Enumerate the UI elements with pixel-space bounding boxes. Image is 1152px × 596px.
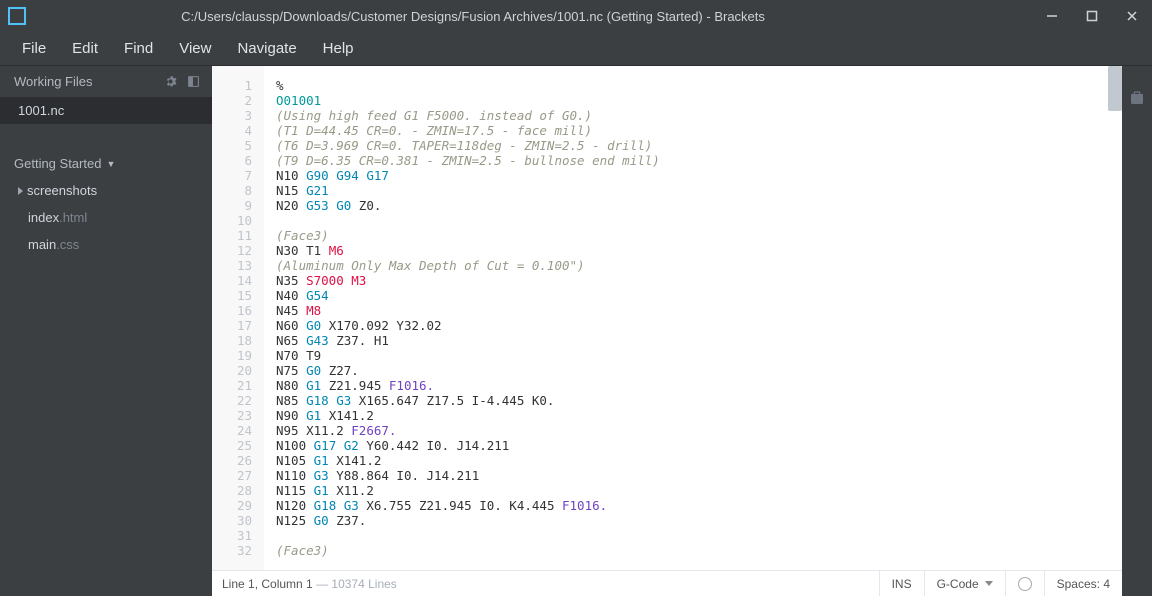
code-content[interactable]: %O01001(Using high feed G1 F5000. instea… xyxy=(264,66,1122,570)
editor-area: 1234567891011121314151617181920212223242… xyxy=(212,66,1122,596)
split-view-icon[interactable] xyxy=(187,75,200,88)
window-buttons xyxy=(1032,0,1152,32)
chevron-down-icon: ▼ xyxy=(106,159,115,169)
menu-edit[interactable]: Edit xyxy=(60,36,110,61)
title-bar: C:/Users/claussp/Downloads/Customer Desi… xyxy=(0,0,1152,32)
sidebar: Working Files 1001.nc Getting Started ▼ … xyxy=(0,66,212,596)
menu-find[interactable]: Find xyxy=(112,36,165,61)
close-button[interactable] xyxy=(1112,0,1152,32)
main-area: Working Files 1001.nc Getting Started ▼ … xyxy=(0,66,1152,596)
line-number-gutter: 1234567891011121314151617181920212223242… xyxy=(212,66,264,570)
working-files-label: Working Files xyxy=(14,74,93,89)
extension-manager-icon[interactable] xyxy=(1129,90,1145,111)
status-bar: Line 1, Column 1 — 10374 Lines INS G-Cod… xyxy=(212,570,1122,596)
menu-help[interactable]: Help xyxy=(311,36,366,61)
status-insert-mode[interactable]: INS xyxy=(879,571,924,596)
minimize-button[interactable] xyxy=(1032,0,1072,32)
status-spaces[interactable]: Spaces: 4 xyxy=(1044,571,1122,596)
file-item-index[interactable]: index.html xyxy=(0,204,212,231)
status-language[interactable]: G-Code xyxy=(924,571,1005,596)
window-title: C:/Users/claussp/Downloads/Customer Desi… xyxy=(34,9,1032,24)
circle-icon xyxy=(1018,577,1032,591)
status-cursor[interactable]: Line 1, Column 1 — 10374 Lines xyxy=(212,577,879,591)
right-utility-strip xyxy=(1122,66,1152,596)
gear-icon[interactable] xyxy=(164,75,177,88)
menu-view[interactable]: View xyxy=(167,36,223,61)
folder-item[interactable]: screenshots xyxy=(0,177,212,204)
working-files-header: Working Files xyxy=(0,66,212,97)
app-icon xyxy=(8,7,26,25)
project-dropdown[interactable]: Getting Started ▼ xyxy=(0,150,212,177)
menu-bar: File Edit Find View Navigate Help xyxy=(0,32,1152,66)
vertical-scrollbar[interactable] xyxy=(1108,66,1122,111)
folder-name: screenshots xyxy=(27,183,97,198)
chevron-down-icon xyxy=(985,581,993,586)
editor-body[interactable]: 1234567891011121314151617181920212223242… xyxy=(212,66,1122,570)
maximize-button[interactable] xyxy=(1072,0,1112,32)
file-item-main[interactable]: main.css xyxy=(0,231,212,258)
working-file-item[interactable]: 1001.nc xyxy=(0,97,212,124)
project-label: Getting Started xyxy=(14,156,101,171)
triangle-right-icon xyxy=(18,187,23,195)
menu-navigate[interactable]: Navigate xyxy=(225,36,308,61)
status-linting[interactable] xyxy=(1005,571,1044,596)
menu-file[interactable]: File xyxy=(10,36,58,61)
